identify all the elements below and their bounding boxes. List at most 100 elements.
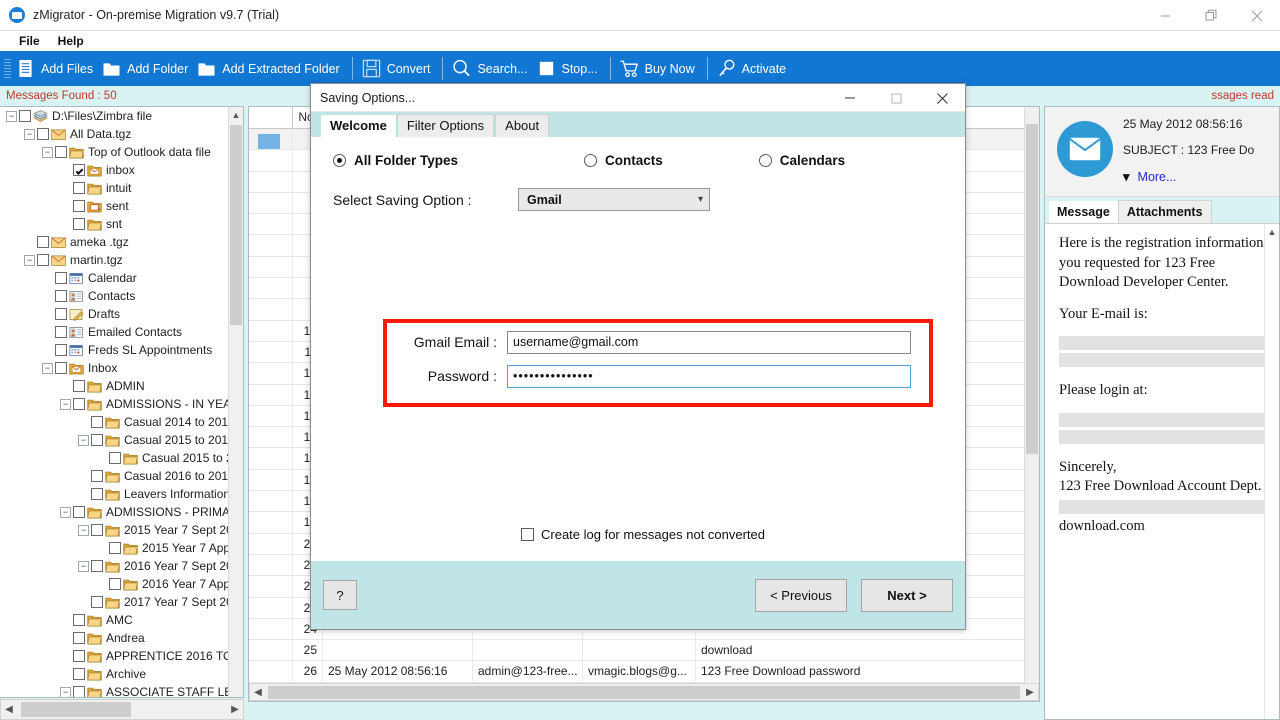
tree-node[interactable]: 2017 Year 7 Sept 20 [0,593,243,611]
preview-more-label[interactable]: More... [1138,170,1177,184]
tree-node[interactable]: sent [0,197,243,215]
tree-node-checkbox[interactable] [73,398,85,410]
tree-node[interactable]: − 2016 Year 7 Sept 20 [0,557,243,575]
menu-item-file[interactable]: File [10,33,49,49]
tree-node[interactable]: − 2015 Year 7 Sept 20 [0,521,243,539]
toolbar-add-folder[interactable]: Add Folder [99,51,194,86]
tree-node-checkbox[interactable] [91,434,103,446]
tree-node-checkbox[interactable] [73,380,85,392]
row-checkbox-cell[interactable] [249,512,293,533]
tree-node[interactable]: Freds SL Appointments [0,341,243,359]
radio-calendars[interactable]: Calendars [758,153,845,168]
collapse-toggle-icon[interactable]: − [78,434,89,446]
tree-node-checkbox[interactable] [73,506,85,518]
row-checkbox-cell[interactable] [249,150,293,171]
row-checkbox-cell[interactable] [249,363,293,384]
tree-node-checkbox[interactable] [109,578,121,590]
tree-node[interactable]: APPRENTICE 2016 TO [0,647,243,665]
tree-horizontal-scrollbar[interactable]: ◀ ▶ [0,699,244,720]
tree-node-checkbox[interactable] [73,164,85,176]
tree-node-checkbox[interactable] [55,272,67,284]
row-checkbox-cell[interactable] [249,448,293,469]
row-checkbox-cell[interactable] [249,214,293,235]
help-button[interactable]: ? [323,580,357,610]
tree-node[interactable]: AMC [0,611,243,629]
tree-node[interactable]: − Casual 2015 to 2016 [0,431,243,449]
toolbar-search[interactable]: Search... [449,51,533,86]
scroll-right-icon[interactable]: ▶ [227,704,243,715]
next-button[interactable]: Next > [861,578,953,612]
row-checkbox-cell[interactable] [249,427,293,448]
toolbar-add-files[interactable]: Add Files [13,51,99,86]
toolbar-convert[interactable]: Convert [359,51,437,86]
password-input[interactable] [507,364,911,388]
dialog-tab-welcome[interactable]: Welcome [321,115,396,137]
row-checkbox-cell[interactable] [249,235,293,256]
row-checkbox-cell[interactable] [249,491,293,512]
minimize-button[interactable] [1142,0,1188,31]
scroll-up-icon[interactable]: ▲ [1265,224,1279,239]
row-checkbox-cell[interactable] [249,341,293,363]
row-checkbox-cell[interactable] [249,618,293,640]
row-checkbox-cell[interactable] [249,469,293,491]
scroll-left-icon[interactable]: ◀ [250,687,266,698]
tree-node[interactable]: ADMIN [0,377,243,395]
toolbar-add-extracted-folder[interactable]: Add Extracted Folder [194,51,345,86]
row-checkbox-cell[interactable] [249,640,293,661]
radio-all-folder-types[interactable]: All Folder Types [333,153,458,168]
row-checkbox-cell[interactable] [249,320,293,341]
row-checkbox-cell[interactable] [249,554,293,576]
tree-node-checkbox[interactable] [37,128,49,140]
tree-node[interactable]: Casual 2015 to 20 [0,449,243,467]
tree-node[interactable]: − ADMISSIONS - PRIMA [0,503,243,521]
tree-node[interactable]: − D:\Files\Zimbra file [0,107,243,125]
tree-node-checkbox[interactable] [73,650,85,662]
scroll-right-icon[interactable]: ▶ [1022,687,1038,698]
tree-node-checkbox[interactable] [37,254,49,266]
tree-node-checkbox[interactable] [109,542,121,554]
collapse-toggle-icon[interactable]: − [60,686,71,697]
tree-node-checkbox[interactable] [73,182,85,194]
tree-node-checkbox[interactable] [37,236,49,248]
previous-button[interactable]: < Previous [755,578,847,612]
row-checkbox-cell[interactable] [249,384,293,405]
tree-node[interactable]: Andrea [0,629,243,647]
row-checkbox-cell[interactable] [249,171,293,192]
dialog-minimize-button[interactable] [827,84,873,112]
collapse-toggle-icon[interactable]: − [42,362,53,374]
tree-node[interactable]: − ADMISSIONS - IN YEA [0,395,243,413]
tree-node[interactable]: Contacts [0,287,243,305]
grid-horizontal-scrollbar[interactable]: ◀ ▶ [249,683,1039,701]
toolbar-stop[interactable]: Stop... [534,51,604,86]
tree-node[interactable]: intuit [0,179,243,197]
tree-node[interactable]: Casual 2014 to 2015 [0,413,243,431]
tree-node-checkbox[interactable] [91,470,103,482]
tree-node[interactable]: Leavers Information [0,485,243,503]
collapse-toggle-icon[interactable]: − [24,128,35,140]
collapse-toggle-icon[interactable]: − [42,146,53,158]
tree-node-checkbox[interactable] [91,416,103,428]
collapse-toggle-icon[interactable]: − [78,560,89,572]
tree-node-checkbox[interactable] [73,632,85,644]
tree-node[interactable]: snt [0,215,243,233]
scroll-up-icon[interactable]: ▲ [229,107,243,122]
tree-node-checkbox[interactable] [91,524,103,536]
scrollbar-thumb[interactable] [21,702,131,717]
tree-node-checkbox[interactable] [73,614,85,626]
tree-node[interactable]: Casual 2016 to 2017 [0,467,243,485]
tree-node-checkbox[interactable] [55,308,67,320]
tree-node-checkbox[interactable] [91,488,103,500]
preview-vertical-scrollbar[interactable]: ▲ [1264,224,1279,719]
folder-tree[interactable]: − D:\Files\Zimbra file − All Data.tgz − Top o… [0,106,244,698]
tree-node[interactable]: Calendar [0,269,243,287]
row-checkbox-cell[interactable] [249,661,293,682]
tree-node-checkbox[interactable] [73,668,85,680]
tree-node-checkbox[interactable] [91,596,103,608]
tree-node[interactable]: − ASSOCIATE STAFF LE [0,683,243,697]
table-row[interactable]: 26 25 May 2012 08:56:16 admin@123-free... v… [249,661,1039,683]
row-checkbox-cell[interactable] [249,299,293,320]
dialog-tab-filter-options[interactable]: Filter Options [396,114,495,137]
tree-node[interactable]: − martin.tgz [0,251,243,269]
saving-option-select[interactable]: Gmail ▾ [518,188,710,211]
row-checkbox-cell[interactable] [249,405,293,427]
